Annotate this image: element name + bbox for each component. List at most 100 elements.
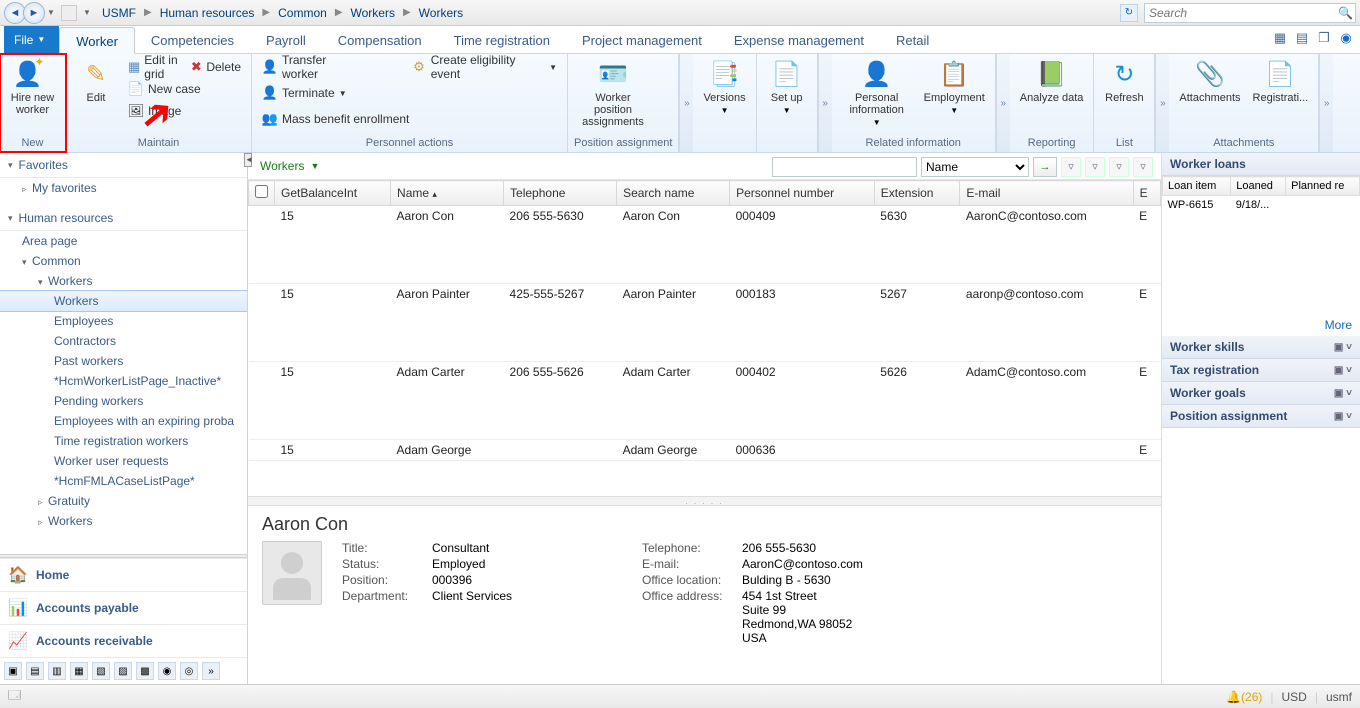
image-button[interactable]: 🖼Image xyxy=(124,100,245,122)
search-icon[interactable]: 🔍 xyxy=(1338,6,1353,20)
col-telephone[interactable]: Telephone xyxy=(504,181,617,206)
nav-forward-button[interactable]: ► xyxy=(23,2,45,24)
data-grid[interactable]: GetBalanceInt Name ▴ Telephone Search na… xyxy=(248,180,1161,496)
personal-information-button[interactable]: 👤Personal information▼ xyxy=(838,56,916,127)
crumb-0[interactable]: USMF xyxy=(97,4,141,22)
view-grid-icon[interactable]: ▦ xyxy=(1272,30,1288,46)
nav-item-contractors[interactable]: Contractors xyxy=(0,331,247,351)
delete-button[interactable]: Delete xyxy=(206,60,241,74)
filter-icon-3[interactable]: ▿ xyxy=(1109,157,1129,177)
setup-button[interactable]: 📄Set up▼ xyxy=(763,56,811,115)
mini-more[interactable]: » xyxy=(202,662,220,680)
nav-history-dropdown[interactable]: ▼ xyxy=(45,2,57,24)
worker-position-assignments-button[interactable]: 🪪Worker position assignments xyxy=(574,56,652,128)
address-root-dd[interactable]: ▼ xyxy=(81,2,93,24)
nav-item-employees[interactable]: Employees xyxy=(0,311,247,331)
attachments-button[interactable]: 📎Attachments xyxy=(1175,56,1244,104)
transfer-worker-button[interactable]: 👤Transfer worker xyxy=(258,56,367,78)
address-refresh-button[interactable]: ↻ xyxy=(1120,4,1138,22)
nav-item-workers[interactable]: Workers xyxy=(0,291,247,311)
nav-ar[interactable]: 📈Accounts receivable xyxy=(0,624,247,657)
col-balance[interactable]: GetBalanceInt xyxy=(275,181,391,206)
favorites-section[interactable]: ▾Favorites xyxy=(0,153,247,178)
crumb-3[interactable]: Workers xyxy=(346,4,400,22)
notifications-button[interactable]: 🔔(26) xyxy=(1226,690,1262,704)
help-icon[interactable]: ◉ xyxy=(1338,30,1354,46)
analyze-data-button[interactable]: 📗Analyze data xyxy=(1016,56,1088,104)
tab-project-management[interactable]: Project management xyxy=(566,26,718,53)
list-title-dd[interactable]: ▼ xyxy=(310,161,319,171)
global-search-input[interactable] xyxy=(1145,6,1355,20)
rp-section[interactable]: Tax registration▣ ˅ xyxy=(1162,359,1360,382)
nav-home[interactable]: 🏠Home xyxy=(0,558,247,591)
edit-button[interactable]: ✎ Edit xyxy=(72,56,120,104)
mini-6[interactable]: ▨ xyxy=(114,662,132,680)
new-case-button[interactable]: 📄New case xyxy=(124,78,245,100)
nav-item-inactive[interactable]: *HcmWorkerListPage_Inactive* xyxy=(0,371,247,391)
overflow-3[interactable]: » xyxy=(996,54,1010,152)
table-row[interactable]: 15Aaron Con206 555-5630Aaron Con00040956… xyxy=(249,206,1161,284)
employment-button[interactable]: 📋Employment▼ xyxy=(920,56,989,115)
tab-compensation[interactable]: Compensation xyxy=(322,26,438,53)
nav-item-fmla[interactable]: *HcmFMLACaseListPage* xyxy=(0,471,247,491)
col-check[interactable] xyxy=(249,181,275,206)
mini-5[interactable]: ▧ xyxy=(92,662,110,680)
table-row[interactable]: 15Adam GeorgeAdam George000636E xyxy=(249,440,1161,461)
rp-loans-header[interactable]: Worker loans xyxy=(1162,153,1360,176)
select-all-checkbox[interactable] xyxy=(255,185,268,198)
common-item[interactable]: ▾Common xyxy=(0,251,247,271)
address-root-icon[interactable] xyxy=(61,5,77,21)
loan-row[interactable]: WP-66159/18/... xyxy=(1163,196,1360,215)
versions-button[interactable]: 📑Versions▼ xyxy=(699,56,749,115)
tab-worker[interactable]: Worker xyxy=(59,27,135,54)
tab-time-registration[interactable]: Time registration xyxy=(438,26,566,53)
mini-9[interactable]: ◎ xyxy=(180,662,198,680)
col-pnum[interactable]: Personnel number xyxy=(730,181,875,206)
hire-new-worker-button[interactable]: 👤✦ Hire new worker xyxy=(6,56,59,116)
mini-1[interactable]: ▣ xyxy=(4,662,22,680)
hr-section[interactable]: ▾Human resources xyxy=(0,206,247,231)
tab-payroll[interactable]: Payroll xyxy=(250,26,322,53)
tab-expense-management[interactable]: Expense management xyxy=(718,26,880,53)
mini-7[interactable]: ▩ xyxy=(136,662,154,680)
windows-icon[interactable]: ❐ xyxy=(1316,30,1332,46)
file-menu[interactable]: File▼ xyxy=(4,26,59,53)
workers-node[interactable]: ▾Workers xyxy=(0,271,247,291)
rp-section[interactable]: Worker goals▣ ˅ xyxy=(1162,382,1360,405)
filter-field-select[interactable]: Name xyxy=(921,157,1029,177)
mini-8[interactable]: ◉ xyxy=(158,662,176,680)
rp-section[interactable]: Position assignment▣ ˅ xyxy=(1162,405,1360,428)
registration-button[interactable]: 📄Registrati... xyxy=(1249,56,1313,104)
filter-icon-4[interactable]: ▿ xyxy=(1133,157,1153,177)
workers2-item[interactable]: ▹Workers xyxy=(0,511,247,531)
filter-icon-1[interactable]: ▿ xyxy=(1061,157,1081,177)
edit-in-grid-button[interactable]: ▦Edit in grid ✖Delete xyxy=(124,56,245,78)
view-list-icon[interactable]: ▤ xyxy=(1294,30,1310,46)
mini-3[interactable]: ▥ xyxy=(48,662,66,680)
global-search[interactable]: 🔍 xyxy=(1144,3,1356,23)
nav-ap[interactable]: 📊Accounts payable xyxy=(0,591,247,624)
filter-go-button[interactable]: → xyxy=(1033,157,1057,177)
rp-section[interactable]: Worker skills▣ ˅ xyxy=(1162,336,1360,359)
crumb-2[interactable]: Common xyxy=(273,4,332,22)
overflow-5[interactable]: » xyxy=(1319,54,1333,152)
nav-item-pending[interactable]: Pending workers xyxy=(0,391,247,411)
my-favorites-item[interactable]: ▹My favorites xyxy=(0,178,247,198)
nav-item-expiring[interactable]: Employees with an expiring proba xyxy=(0,411,247,431)
refresh-button[interactable]: ↻Refresh xyxy=(1100,56,1148,104)
tab-retail[interactable]: Retail xyxy=(880,26,945,53)
mini-4[interactable]: ▦ xyxy=(70,662,88,680)
overflow-1[interactable]: » xyxy=(679,54,693,152)
overflow-4[interactable]: » xyxy=(1155,54,1169,152)
col-email[interactable]: E-mail xyxy=(960,181,1133,206)
tab-competencies[interactable]: Competencies xyxy=(135,26,250,53)
mass-benefit-button[interactable]: 👥Mass benefit enrollment xyxy=(258,108,413,130)
area-page-item[interactable]: Area page xyxy=(0,231,247,251)
col-ext[interactable]: Extension xyxy=(874,181,960,206)
table-row[interactable]: 15Adam Carter206 555-5626Adam Carter0004… xyxy=(249,362,1161,440)
table-row[interactable]: 15Aaron Painter425-555-5267Aaron Painter… xyxy=(249,284,1161,362)
create-eligibility-button[interactable]: ⚙Create eligibility event▼ xyxy=(407,56,561,78)
col-name[interactable]: Name ▴ xyxy=(391,181,504,206)
nav-item-past-workers[interactable]: Past workers xyxy=(0,351,247,371)
nav-item-user-req[interactable]: Worker user requests xyxy=(0,451,247,471)
